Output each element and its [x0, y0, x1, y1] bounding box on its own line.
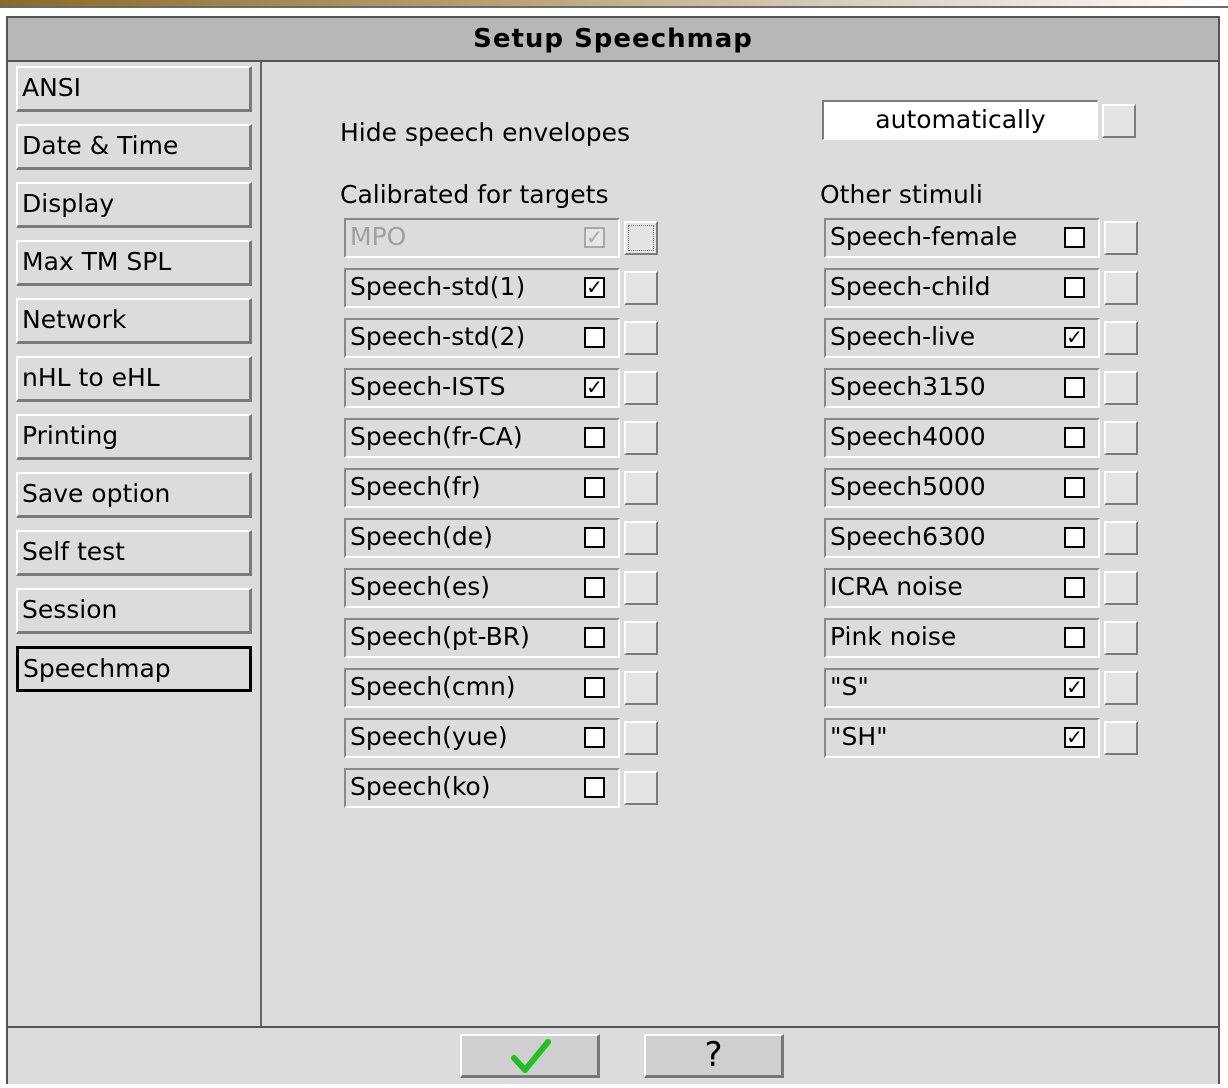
speech-female-checkbox[interactable] [1064, 227, 1085, 248]
speech6300-checkbox[interactable] [1064, 527, 1085, 548]
stimulus-label: Speech5000 [830, 472, 986, 501]
stimulus-label: Speech-female [830, 222, 1018, 251]
sidebar-item-network[interactable]: Network [16, 298, 252, 344]
checkmark-icon [510, 1039, 551, 1073]
hide-envelopes-dropdown-button[interactable] [1102, 104, 1136, 138]
stimulus-label: "S" [830, 672, 869, 701]
stimulus-label: Speech-child [830, 272, 991, 301]
speech-cmn-checkbox[interactable] [584, 677, 605, 698]
speech-es-settings-button[interactable] [624, 571, 658, 605]
speech-ists-checkbox[interactable]: ✓ [584, 377, 605, 398]
speech-ko-checkbox[interactable] [584, 777, 605, 798]
stimulus-label: Speech-ISTS [350, 372, 506, 401]
hide-envelopes-select[interactable]: automatically [822, 100, 1098, 140]
speech-fr-checkbox[interactable] [584, 477, 605, 498]
stimulus-label: Pink noise [830, 622, 957, 651]
speech-ko-settings-button[interactable] [624, 771, 658, 805]
speech-yue-settings-button[interactable] [624, 721, 658, 755]
stimulus-label: MPO [350, 222, 407, 251]
help-button[interactable]: ? [644, 1034, 784, 1078]
speech-fr-ca-checkbox[interactable] [584, 427, 605, 448]
footer-bar: ? [8, 1026, 1218, 1084]
sh-checkbox[interactable]: ✓ [1064, 727, 1085, 748]
speech5000-checkbox[interactable] [1064, 477, 1085, 498]
speech-fr-settings-button[interactable] [624, 471, 658, 505]
speech-pt-br-settings-button[interactable] [624, 621, 658, 655]
stimulus-label: Speech(fr) [350, 472, 481, 501]
speech3150-settings-button[interactable] [1104, 371, 1138, 405]
stimulus-label: Speech(fr-CA) [350, 422, 523, 451]
stimulus-label: Speech3150 [830, 372, 986, 401]
sh-settings-button[interactable] [1104, 721, 1138, 755]
desktop-top-line [0, 6, 1228, 8]
help-label: ? [704, 1035, 723, 1075]
speech-std-1-checkbox[interactable]: ✓ [584, 277, 605, 298]
speech-pt-br-checkbox[interactable] [584, 627, 605, 648]
sidebar-item-printing[interactable]: Printing [16, 414, 252, 460]
speech-de-settings-button[interactable] [624, 521, 658, 555]
pink-noise-settings-button[interactable] [1104, 621, 1138, 655]
stimulus-label: Speech(ko) [350, 772, 491, 801]
icra-noise-settings-button[interactable] [1104, 571, 1138, 605]
stimulus-label: Speech(es) [350, 572, 491, 601]
speech3150-checkbox[interactable] [1064, 377, 1085, 398]
speech-std-2-checkbox[interactable] [584, 327, 605, 348]
sidebar-item-display[interactable]: Display [16, 182, 252, 228]
sidebar-item-save-option[interactable]: Save option [16, 472, 252, 518]
sidebar-item-session[interactable]: Session [16, 588, 252, 634]
speech-ists-settings-button[interactable] [624, 371, 658, 405]
setup-window: Setup Speechmap ANSI Date & Time Display Ma… [6, 16, 1220, 1084]
speech6300-settings-button[interactable] [1104, 521, 1138, 555]
speech4000-settings-button[interactable] [1104, 421, 1138, 455]
sidebar-item-speechmap[interactable]: Speechmap [16, 646, 252, 692]
speech-de-checkbox[interactable] [584, 527, 605, 548]
stimulus-label: Speech-std(2) [350, 322, 526, 351]
s-checkbox[interactable]: ✓ [1064, 677, 1085, 698]
stimulus-label: "SH" [830, 722, 888, 751]
calibrated-heading: Calibrated for targets [340, 180, 609, 209]
speech5000-settings-button[interactable] [1104, 471, 1138, 505]
stimulus-label: ICRA noise [830, 572, 963, 601]
sidebar-item-self-test[interactable]: Self test [16, 530, 252, 576]
mpo-checkbox: ✓ [584, 227, 605, 248]
sidebar: ANSI Date & Time Display Max TM SPL Network n… [8, 62, 262, 1026]
speech-child-checkbox[interactable] [1064, 277, 1085, 298]
stimulus-label: Speech-live [830, 322, 976, 351]
stimulus-label: Speech-std(1) [350, 272, 526, 301]
speech-std-2-settings-button[interactable] [624, 321, 658, 355]
speechmap-panel: Hide speech envelopes automatically Cali… [262, 62, 1218, 1026]
stimulus-label: Speech4000 [830, 422, 986, 451]
stimulus-label: Speech(pt-BR) [350, 622, 530, 651]
stimulus-label: Speech(de) [350, 522, 493, 551]
speech-es-checkbox[interactable] [584, 577, 605, 598]
stimulus-label: Speech(yue) [350, 722, 508, 751]
mpo-settings-button[interactable] [624, 221, 658, 255]
sidebar-item-nhl-to-ehl[interactable]: nHL to eHL [16, 356, 252, 402]
speech-yue-checkbox[interactable] [584, 727, 605, 748]
stimulus-label: Speech6300 [830, 522, 986, 551]
window-title: Setup Speechmap [8, 18, 1218, 62]
other-stimuli-heading: Other stimuli [820, 180, 983, 209]
speech-std-1-settings-button[interactable] [624, 271, 658, 305]
speech-cmn-settings-button[interactable] [624, 671, 658, 705]
sidebar-item-ansi[interactable]: ANSI [16, 66, 252, 112]
speech4000-checkbox[interactable] [1064, 427, 1085, 448]
speech-live-checkbox[interactable]: ✓ [1064, 327, 1085, 348]
speech-child-settings-button[interactable] [1104, 271, 1138, 305]
pink-noise-checkbox[interactable] [1064, 627, 1085, 648]
s-settings-button[interactable] [1104, 671, 1138, 705]
speech-fr-ca-settings-button[interactable] [624, 421, 658, 455]
sidebar-item-max-tm-spl[interactable]: Max TM SPL [16, 240, 252, 286]
hide-envelopes-label: Hide speech envelopes [340, 118, 631, 147]
sidebar-item-date-time[interactable]: Date & Time [16, 124, 252, 170]
ok-button[interactable] [460, 1034, 600, 1078]
icra-noise-checkbox[interactable] [1064, 577, 1085, 598]
speech-live-settings-button[interactable] [1104, 321, 1138, 355]
speech-female-settings-button[interactable] [1104, 221, 1138, 255]
stimulus-label: Speech(cmn) [350, 672, 516, 701]
